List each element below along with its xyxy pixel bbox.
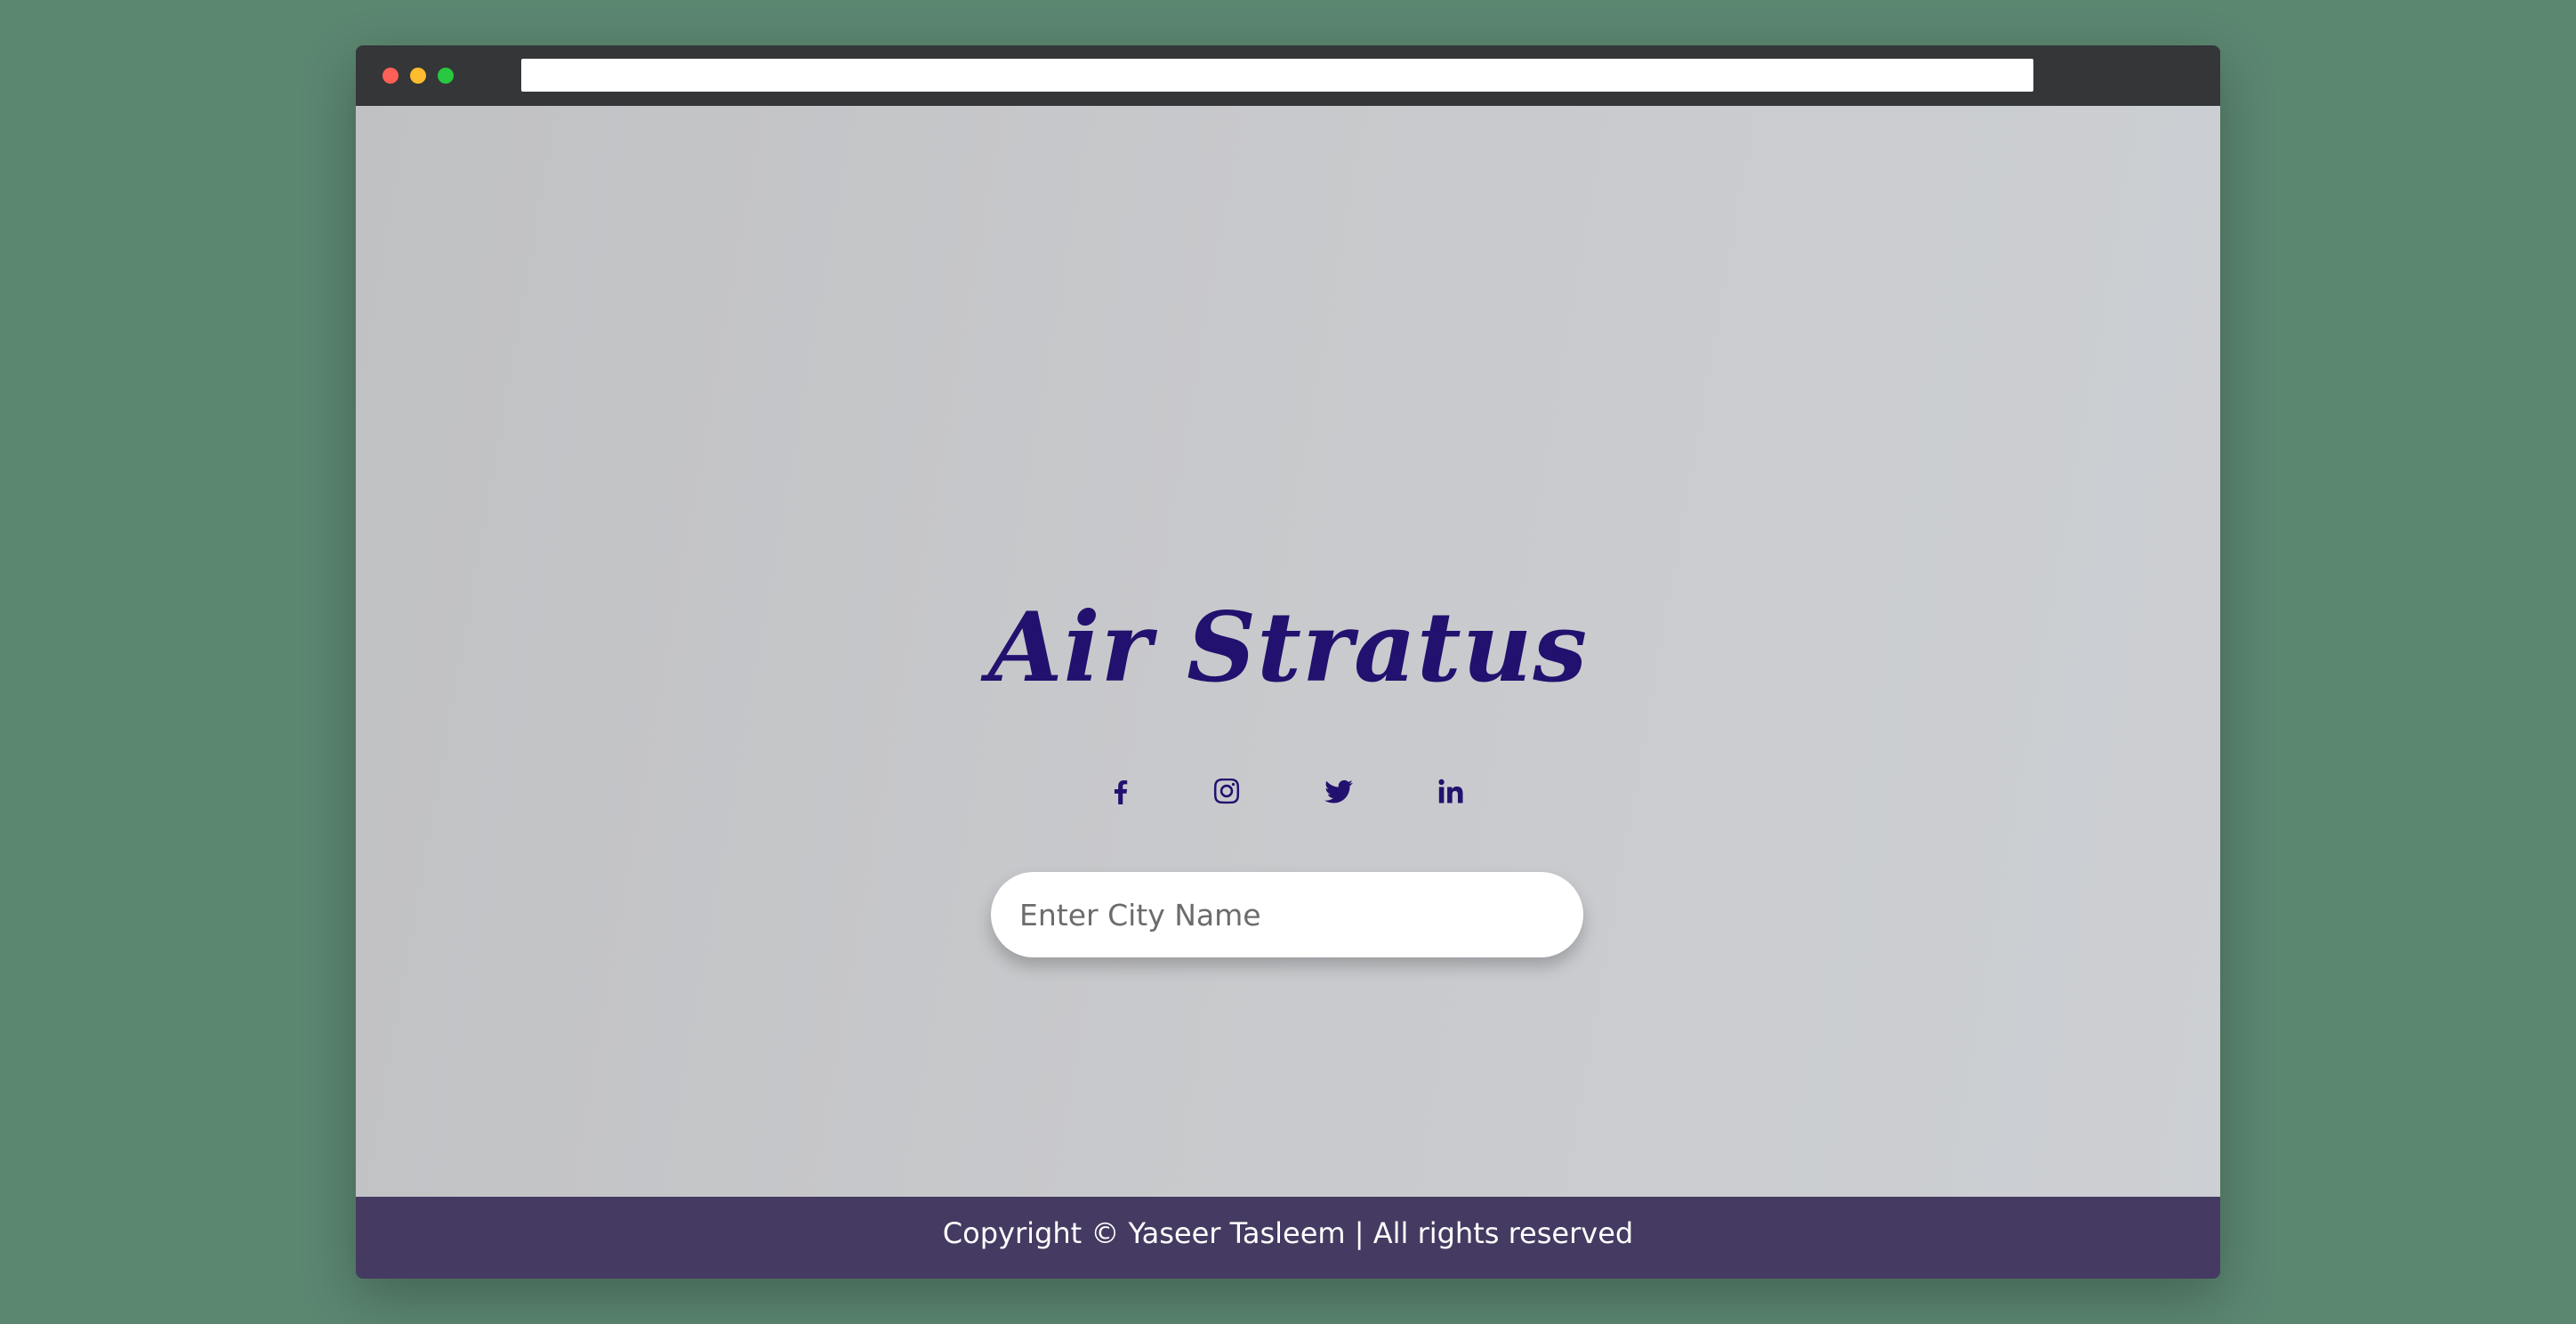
page-footer: Copyright © Yaseer Tasleem | All rights … xyxy=(356,1197,2220,1279)
close-window-button[interactable] xyxy=(382,68,398,84)
twitter-icon[interactable] xyxy=(1319,771,1358,811)
minimize-window-button[interactable] xyxy=(410,68,426,84)
browser-titlebar xyxy=(356,45,2220,106)
instagram-icon[interactable] xyxy=(1207,771,1246,811)
city-search-input[interactable] xyxy=(1019,872,1553,957)
browser-window: Air Stratus Copyright © Yaseer Tasleem |… xyxy=(356,45,2220,1279)
maximize-window-button[interactable] xyxy=(438,68,454,84)
address-bar[interactable] xyxy=(521,59,2033,92)
app-title: Air Stratus xyxy=(987,592,1589,704)
page-content: Air Stratus xyxy=(356,106,2220,1242)
linkedin-icon[interactable] xyxy=(1431,771,1470,811)
social-links xyxy=(356,771,2220,811)
copyright-text: Copyright © Yaseer Tasleem | All rights … xyxy=(942,1216,1634,1250)
facebook-icon[interactable] xyxy=(1101,771,1140,811)
city-search-box xyxy=(991,872,1583,957)
